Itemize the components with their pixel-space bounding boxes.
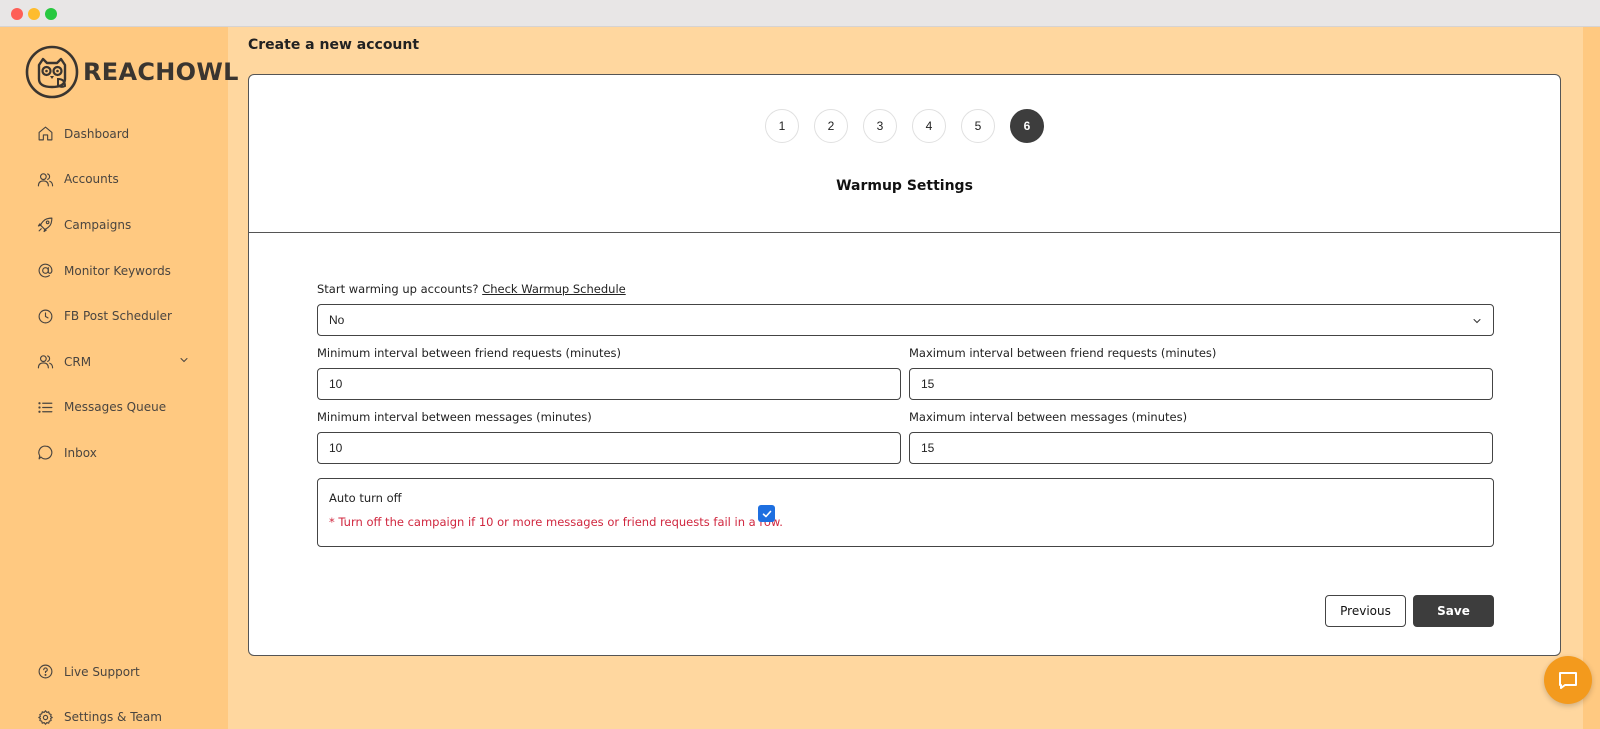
step-4[interactable]: 4 (912, 109, 946, 143)
minimize-window-button[interactable] (28, 8, 40, 20)
sidebar-item-settings-team[interactable]: Settings & Team (0, 695, 228, 729)
help-circle-icon (38, 664, 53, 679)
sidebar-item-label: Dashboard (64, 126, 130, 141)
close-window-button[interactable] (11, 8, 23, 20)
section-title: Warmup Settings (836, 178, 973, 194)
auto-turn-off-box: Auto turn off * Turn off the campaign if… (317, 478, 1494, 547)
sidebar-item-label: Messages Queue (64, 400, 167, 415)
sidebar-item-label: CRM (64, 354, 92, 369)
check-icon (762, 510, 771, 517)
sidebar-item-label: Live Support (64, 664, 140, 679)
home-icon (38, 126, 53, 141)
sidebar-item-label: Settings & Team (64, 710, 162, 725)
min-friend-input[interactable]: 10 (317, 368, 901, 400)
min-msg-group: Minimum interval between messages (minut… (317, 410, 901, 464)
divider (249, 232, 1560, 233)
max-friend-label: Maximum interval between friend requests… (909, 346, 1217, 360)
chevron-down-icon[interactable] (178, 354, 190, 366)
sidebar-item-label: Accounts (64, 172, 119, 187)
sidebar: REACHOWL Dashboard Accounts Campaigns Mo… (0, 27, 238, 729)
step-6-active[interactable]: 6 (1010, 109, 1044, 143)
warmup-form: Start warming up accounts? Check Warmup … (317, 282, 1494, 547)
sidebar-item-dashboard[interactable]: Dashboard (0, 111, 228, 157)
sidebar-item-label: Monitor Keywords (64, 263, 171, 278)
sidebar-item-label: FB Post Scheduler (64, 309, 172, 324)
warmup-label: Start warming up accounts? Check Warmup … (317, 282, 1494, 296)
max-msg-label: Maximum interval between messages (minut… (909, 410, 1188, 424)
auto-turn-off-checkbox[interactable] (758, 505, 775, 522)
warmup-select-value: No (329, 313, 345, 327)
sidebar-item-monitor-keywords[interactable]: Monitor Keywords (0, 248, 228, 294)
step-2[interactable]: 2 (814, 109, 848, 143)
min-friend-group: Minimum interval between friend requests… (317, 346, 901, 400)
step-5[interactable]: 5 (961, 109, 995, 143)
auto-turn-off-title: Auto turn off (329, 491, 402, 505)
gear-icon (38, 710, 53, 725)
sidebar-item-inbox[interactable]: Inbox (0, 430, 228, 476)
sidebar-item-accounts[interactable]: Accounts (0, 157, 228, 203)
auto-turn-off-note: * Turn off the campaign if 10 or more me… (329, 515, 783, 529)
wizard-card: 1 2 3 4 5 6 Warmup Settings Start warmin… (248, 74, 1561, 656)
sidebar-item-live-support[interactable]: Live Support (0, 649, 228, 695)
sidebar-item-campaigns[interactable]: Campaigns (0, 202, 228, 248)
clock-icon (38, 309, 53, 324)
users-icon (37, 173, 54, 187)
warmup-select[interactable]: No (317, 304, 1494, 336)
owl-logo-icon (25, 45, 79, 99)
sidebar-nav: Dashboard Accounts Campaigns Monitor Key… (0, 111, 228, 476)
step-1[interactable]: 1 (765, 109, 799, 143)
chevron-down-icon (1473, 319, 1481, 324)
chat-bubble-icon (38, 446, 53, 460)
brand-name: REACHOWL (83, 58, 239, 86)
message-interval-row: Minimum interval between messages (minut… (317, 410, 1494, 464)
sidebar-item-label: Inbox (64, 445, 97, 460)
min-msg-input[interactable]: 10 (317, 432, 901, 464)
page-title: Create a new account (248, 37, 420, 53)
step-3[interactable]: 3 (863, 109, 897, 143)
list-icon (38, 401, 53, 413)
max-msg-input[interactable]: 15 (909, 432, 1493, 464)
right-edge-strip (1583, 27, 1600, 729)
max-msg-group: Maximum interval between messages (minut… (909, 410, 1493, 464)
users-icon (37, 355, 54, 369)
window-titlebar (0, 0, 1600, 27)
warmup-question: Start warming up accounts? (317, 282, 479, 296)
save-button[interactable]: Save (1413, 595, 1494, 627)
stepper: 1 2 3 4 5 6 (249, 109, 1560, 143)
min-friend-label: Minimum interval between friend requests… (317, 346, 622, 360)
max-friend-group: Maximum interval between friend requests… (909, 346, 1493, 400)
min-msg-label: Minimum interval between messages (minut… (317, 410, 592, 424)
maximize-window-button[interactable] (45, 8, 57, 20)
sidebar-item-crm[interactable]: CRM (0, 339, 228, 385)
sidebar-item-fb-post-scheduler[interactable]: FB Post Scheduler (0, 293, 228, 339)
rocket-icon (37, 218, 53, 233)
friend-interval-row: Minimum interval between friend requests… (317, 346, 1494, 400)
sidebar-item-messages-queue[interactable]: Messages Queue (0, 385, 228, 431)
chat-widget-button[interactable] (1544, 656, 1592, 704)
max-friend-input[interactable]: 15 (909, 368, 1493, 400)
chat-bubble-icon (1559, 672, 1577, 689)
at-sign-icon (38, 263, 53, 278)
sidebar-bottom-nav: Live Support Settings & Team (0, 649, 228, 729)
app: REACHOWL Dashboard Accounts Campaigns Mo… (0, 27, 1600, 729)
sidebar-item-label: Campaigns (64, 217, 132, 232)
previous-button[interactable]: Previous (1325, 595, 1406, 627)
check-warmup-schedule-link[interactable]: Check Warmup Schedule (482, 282, 626, 296)
brand-logo[interactable]: REACHOWL (25, 45, 239, 99)
